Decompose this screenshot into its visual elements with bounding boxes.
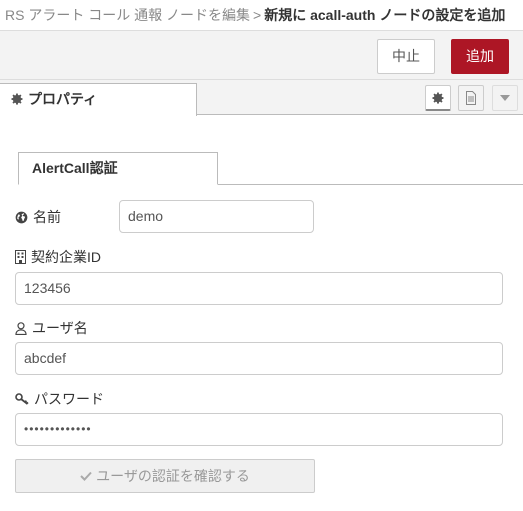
name-input[interactable]: demo <box>119 200 314 233</box>
username-input[interactable]: abcdef <box>15 342 503 375</box>
breadcrumb-separator: > <box>253 7 262 23</box>
dialog-title: RS アラート コール 通報 ノードを編集 > 新規に acall-auth ノード… <box>0 0 523 30</box>
tab-properties[interactable]: プロパティ <box>0 83 197 116</box>
tab-settings[interactable] <box>425 85 451 111</box>
tabs-row: プロパティ <box>0 80 523 116</box>
user-icon <box>15 321 27 335</box>
tab-properties-label: プロパティ <box>28 91 98 107</box>
verify-user-button[interactable]: ユーザの認証を確認する <box>15 459 315 493</box>
key-icon <box>15 393 29 405</box>
gear-icon <box>11 93 23 105</box>
add-button[interactable]: 追加 <box>451 39 509 74</box>
contract-id-label-text: 契約企業ID <box>31 249 101 265</box>
verify-user-label: ユーザの認証を確認する <box>96 468 250 484</box>
document-icon <box>466 91 476 105</box>
check-icon <box>80 471 92 481</box>
properties-panel: AlertCall認証 名前 demo 契約企業ID 123456 ユーザ名 a… <box>0 116 523 511</box>
globe-icon <box>15 211 28 223</box>
caret-down-icon <box>500 95 510 101</box>
dialog-toolbar: 中止 追加 <box>0 30 523 80</box>
name-label-text: 名前 <box>33 209 61 225</box>
tab-description[interactable] <box>458 85 484 111</box>
tabs-more-dropdown[interactable] <box>492 85 518 111</box>
password-label-text: パスワード <box>34 391 104 407</box>
gear-icon <box>432 91 444 104</box>
username-label-text: ユーザ名 <box>32 320 88 336</box>
password-input[interactable]: ••••••••••••• <box>15 413 503 446</box>
password-label: パスワード <box>15 389 104 409</box>
contract-id-label: 契約企業ID <box>15 247 101 267</box>
cancel-button[interactable]: 中止 <box>377 39 435 74</box>
contract-id-input[interactable]: 123456 <box>15 272 503 305</box>
name-label: 名前 <box>15 207 61 227</box>
username-label: ユーザ名 <box>15 318 88 338</box>
breadcrumb-previous[interactable]: RS アラート コール 通報 ノードを編集 <box>5 7 250 23</box>
building-icon <box>15 250 26 264</box>
tab-alertcall-auth[interactable]: AlertCall認証 <box>18 152 218 185</box>
config-tabs: AlertCall認証 <box>18 152 523 185</box>
breadcrumb-current: 新規に acall-auth ノードの設定を追加 <box>264 7 506 23</box>
